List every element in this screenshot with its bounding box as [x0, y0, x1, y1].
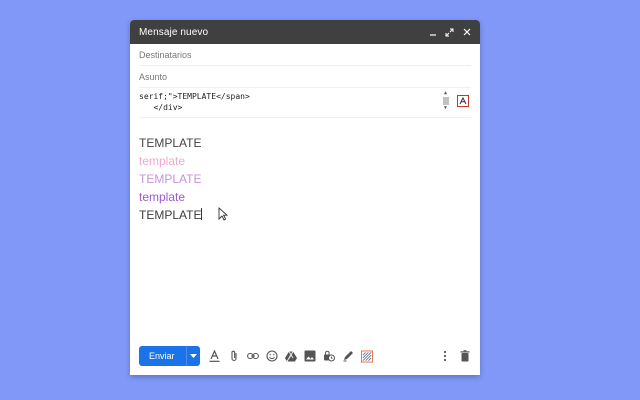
code-line: </div> [139, 103, 183, 112]
compose-title: Mensaje nuevo [139, 26, 209, 38]
drive-icon[interactable] [284, 350, 297, 362]
body-line: template [139, 190, 186, 204]
emoji-icon[interactable] [265, 350, 278, 362]
minimize-icon[interactable] [428, 28, 437, 37]
extension-icon[interactable] [360, 350, 373, 362]
chevron-down-icon [189, 354, 197, 358]
window-controls [428, 28, 471, 37]
recipients-placeholder: Destinatarios [139, 49, 192, 60]
scroll-thumb[interactable] [442, 97, 449, 105]
code-scrollbar[interactable]: ▲ ▼ [442, 91, 449, 111]
body-line: template [139, 154, 186, 168]
html-code-editor[interactable]: serif;">TEMPLATE</span> </div> ▲ ▼ [139, 88, 471, 118]
recipients-field[interactable]: Destinatarios [139, 44, 471, 66]
confidential-icon[interactable] [323, 350, 335, 362]
body-line-last: TEMPLATE [139, 206, 203, 224]
text-caret [201, 208, 203, 220]
compose-toolbar: Enviar [139, 346, 471, 366]
scroll-up-icon[interactable]: ▲ [442, 91, 449, 96]
send-button[interactable]: Enviar [139, 346, 186, 366]
compose-titlebar[interactable]: Mensaje nuevo [130, 20, 480, 44]
send-button-group: Enviar [139, 346, 200, 366]
subject-field[interactable]: Asunto [139, 66, 471, 88]
format-text-icon[interactable] [209, 350, 221, 362]
trash-icon[interactable] [459, 350, 471, 362]
photo-icon[interactable] [304, 350, 316, 362]
attach-icon[interactable] [228, 350, 240, 362]
secondary-tools [439, 350, 471, 362]
body-line-text: TEMPLATE [139, 208, 202, 222]
body-line: TEMPLATE [139, 172, 202, 186]
close-icon[interactable] [462, 28, 471, 37]
send-options-button[interactable] [185, 346, 200, 366]
signature-icon[interactable] [342, 350, 354, 362]
compose-window: Mensaje nuevo Destinatarios Asunto serif… [130, 20, 480, 375]
subject-placeholder: Asunto [139, 71, 168, 82]
template-extension-icon[interactable] [457, 95, 469, 107]
mouse-pointer-icon [218, 207, 228, 221]
body-line: TEMPLATE [139, 136, 202, 150]
scroll-down-icon[interactable]: ▼ [442, 106, 449, 111]
formatting-tools [209, 350, 373, 362]
code-line: serif;">TEMPLATE</span> [139, 92, 250, 101]
more-options-icon[interactable] [439, 350, 451, 362]
fullscreen-icon[interactable] [445, 28, 454, 37]
link-icon[interactable] [246, 350, 259, 362]
message-body[interactable]: TEMPLATE template TEMPLATE template TEMP… [139, 134, 203, 224]
